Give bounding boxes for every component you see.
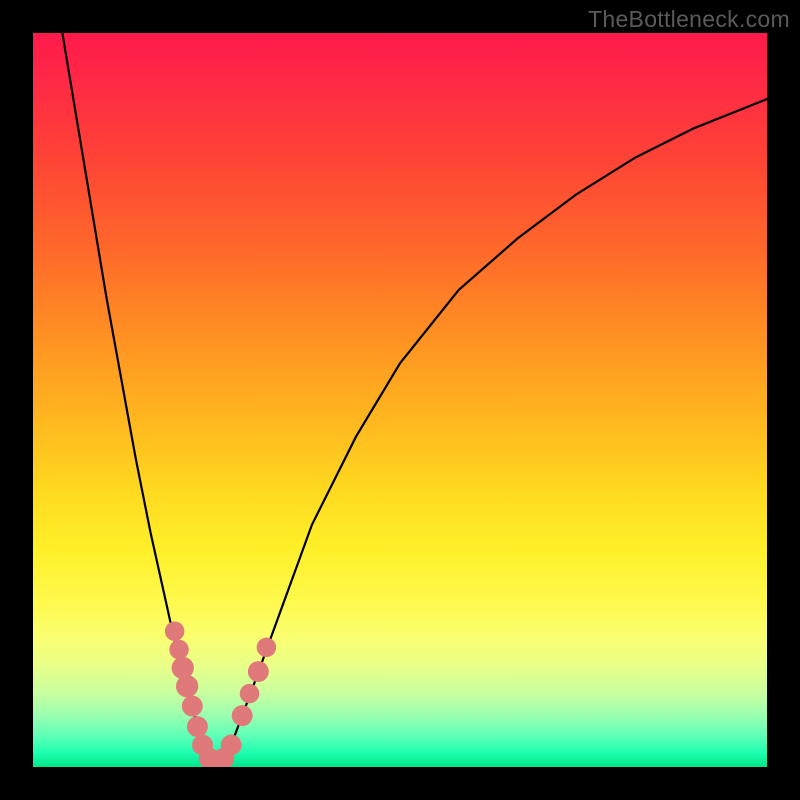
highlight-point	[182, 696, 203, 717]
highlight-point	[232, 705, 253, 726]
highlight-point	[187, 716, 208, 737]
curve-layer	[33, 33, 767, 767]
highlight-point	[248, 661, 269, 682]
highlight-point	[221, 735, 242, 756]
highlight-point	[240, 684, 260, 704]
highlight-point	[165, 621, 185, 641]
bottleneck-curve	[62, 33, 767, 767]
highlight-point	[169, 640, 189, 660]
attribution-label: TheBottleneck.com	[588, 6, 790, 33]
highlight-markers	[165, 621, 276, 767]
highlight-point	[257, 638, 277, 658]
chart-frame: TheBottleneck.com	[0, 0, 800, 800]
plot-area	[33, 33, 767, 767]
highlight-point	[176, 675, 198, 697]
